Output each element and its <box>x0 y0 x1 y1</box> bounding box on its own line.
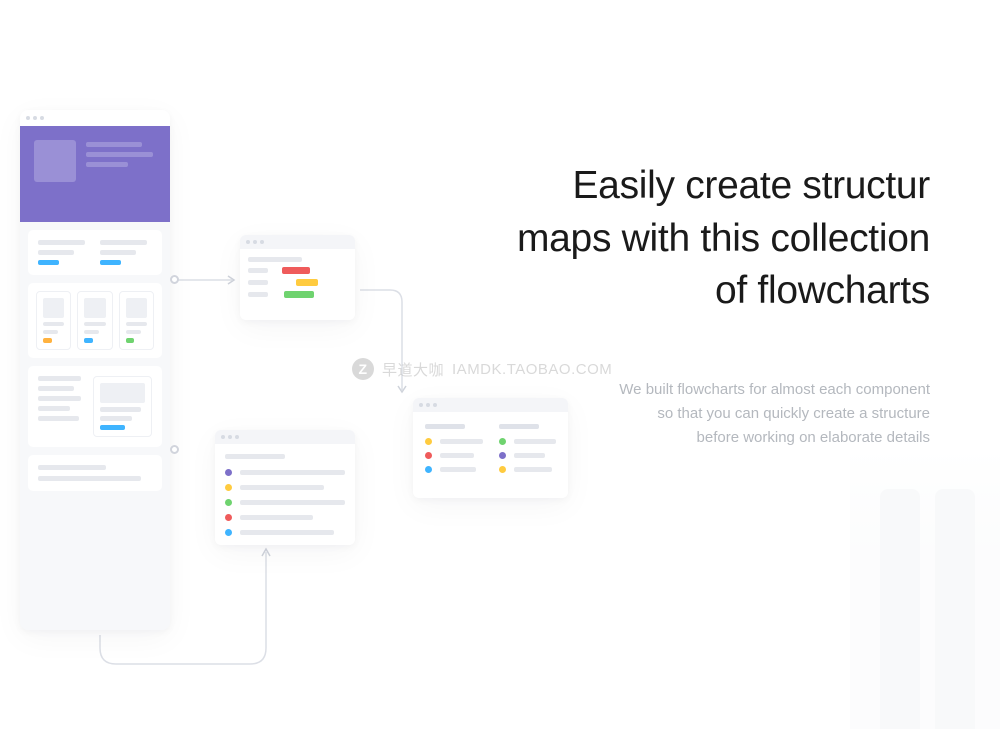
accent-bar-orange <box>43 338 52 343</box>
decorative-columns <box>850 449 1000 729</box>
subtitle-line: We built flowcharts for almost each comp… <box>619 381 930 398</box>
wireframe-dotlist <box>215 430 355 545</box>
wireframe-section-two-col <box>28 230 162 275</box>
placeholder-image <box>34 140 76 182</box>
subtitle-line: so that you can quickly create a structu… <box>657 405 930 422</box>
subtitle-line: before working on elaborate details <box>697 429 930 446</box>
title-line: Easily create structur <box>572 164 930 207</box>
wireframe-section-list <box>28 366 162 447</box>
window-controls <box>215 430 355 444</box>
accent-bar-blue <box>100 425 125 430</box>
placeholder-text-lines <box>86 140 156 208</box>
bullet-red <box>425 452 432 459</box>
bullet-yellow <box>225 484 232 491</box>
bullet-blue <box>425 466 432 473</box>
window-controls <box>20 110 170 126</box>
bullet-blue <box>225 529 232 536</box>
title-line: of flowcharts <box>715 269 930 312</box>
wireframe-gantt <box>240 235 355 320</box>
accent-bar-blue <box>100 260 121 265</box>
bullet-green <box>225 499 232 506</box>
wireframe-main <box>20 110 170 630</box>
wireframe-section-cards <box>28 283 162 358</box>
window-controls <box>240 235 355 249</box>
connector-node <box>170 275 179 284</box>
wireframe-hero <box>20 126 170 222</box>
page-title: Easily create structur maps with this co… <box>370 160 930 318</box>
bullet-purple <box>225 469 232 476</box>
accent-bar-blue <box>84 338 93 343</box>
connector-node <box>170 445 179 454</box>
accent-bar-blue <box>38 260 59 265</box>
bullet-yellow <box>499 466 506 473</box>
title-line: maps with this collection <box>517 217 930 260</box>
wireframe-section-footer <box>28 455 162 491</box>
gantt-bar-green <box>284 291 314 298</box>
gantt-bar-yellow <box>296 279 318 286</box>
bullet-red <box>225 514 232 521</box>
accent-bar-green <box>126 338 135 343</box>
gantt-bar-red <box>282 267 310 274</box>
bullet-purple <box>499 452 506 459</box>
page-subtitle: We built flowcharts for almost each comp… <box>370 378 930 450</box>
